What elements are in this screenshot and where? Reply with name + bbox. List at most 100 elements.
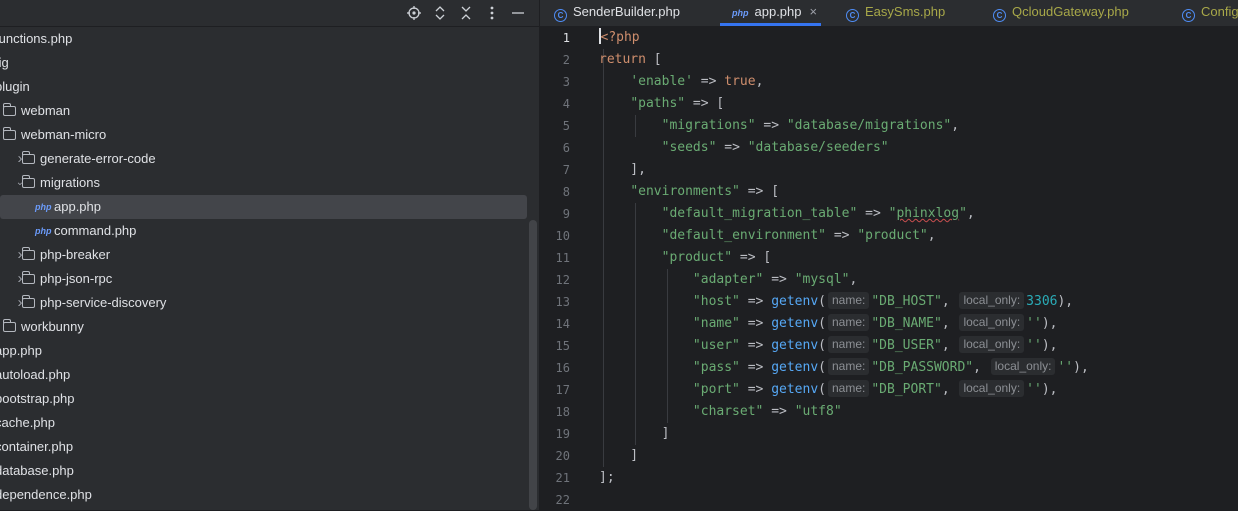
tree-item-label: command.php — [54, 223, 137, 238]
code-line[interactable]: <?php — [599, 27, 640, 49]
tree-item-label: bootstrap.php — [0, 391, 75, 406]
tree-folder-row[interactable]: › generate-error-code — [0, 147, 539, 171]
editor-tab[interactable]: C EasySms.php — [846, 0, 945, 26]
line-number: 2 — [562, 53, 570, 67]
tree-file-row[interactable]: database.php — [0, 459, 539, 483]
tree-file-row[interactable]: php app.php — [0, 195, 527, 219]
tree-folder-row[interactable]: ⌄ migrations — [0, 171, 539, 195]
tree-file-row[interactable]: php command.php — [0, 219, 539, 243]
line-number: 16 — [555, 361, 570, 375]
editor-tab[interactable]: C Config — [1182, 0, 1238, 26]
line-number: 1 — [562, 31, 570, 45]
tree-file-row[interactable]: container.php — [0, 435, 539, 459]
tree-folder-row[interactable]: webman-micro — [0, 123, 539, 147]
code-line[interactable]: "pass" => getenv(name: "DB_PASSWORD", loc… — [599, 357, 1089, 379]
code-line[interactable]: "user" => getenv(name: "DB_USER", local_o… — [599, 335, 1057, 357]
tree-folder-row[interactable]: › php-service-discovery — [0, 291, 539, 315]
code-token: getenv — [771, 294, 819, 309]
code-token: => — [739, 382, 772, 397]
tree-item-label: autoload.php — [0, 367, 71, 382]
tree-file-row[interactable]: plugin — [0, 75, 539, 99]
code-line[interactable]: "adapter" => "mysql", — [599, 269, 857, 291]
code-token: => — [739, 294, 772, 309]
editor-tab[interactable]: C SenderBuilder.php — [554, 0, 680, 26]
tree-item-label: php-breaker — [40, 247, 111, 262]
collapse-all-icon[interactable] — [456, 0, 476, 26]
code-token: "migrations" — [661, 118, 756, 133]
code-token: ( — [818, 338, 826, 353]
tree-file-row[interactable]: fig — [0, 51, 539, 75]
tree-file-row[interactable]: cache.php — [0, 411, 539, 435]
code-line[interactable]: "migrations" => "database/migrations", — [599, 115, 959, 137]
code-line[interactable]: "name" => getenv(name: "DB_NAME", local_o… — [599, 313, 1057, 335]
line-number: 14 — [555, 317, 570, 331]
code-token: "charset" — [692, 404, 764, 419]
code-line[interactable]: "default_migration_table" => "phinxlog", — [599, 203, 975, 225]
tree-folder-row[interactable]: › php-json-rpc — [0, 267, 539, 291]
folder-icon — [21, 271, 35, 284]
parameter-hint: name: — [828, 358, 870, 375]
code-line[interactable]: "environments" => [ — [599, 181, 779, 203]
expand-collapse-icon[interactable] — [430, 0, 450, 26]
code-line[interactable]: "charset" => "utf8" — [599, 401, 842, 423]
code-token: , — [941, 382, 958, 397]
project-scrollbar[interactable] — [529, 220, 537, 510]
code-line[interactable]: "paths" => [ — [599, 93, 724, 115]
code-line[interactable]: "port" => getenv(name: "DB_PORT", local_o… — [599, 379, 1057, 401]
editor-tab[interactable]: C QcloudGateway.php — [993, 0, 1129, 26]
line-number: 7 — [562, 163, 570, 177]
code-token: '' — [1057, 360, 1074, 375]
code-token: "default_migration_table" — [661, 206, 858, 221]
php-file-icon: php — [35, 226, 52, 236]
code-token: "name" — [692, 316, 740, 331]
tree-folder-row[interactable]: workbunny — [0, 315, 539, 339]
more-icon[interactable] — [482, 0, 502, 26]
tree-item-label: webman — [21, 103, 71, 118]
editor-tab[interactable]: php app.php × — [720, 0, 822, 26]
code-line[interactable]: "seeds" => "database/seeders" — [599, 137, 889, 159]
tree-item-label: php-json-rpc — [40, 271, 113, 286]
hide-icon[interactable] — [508, 0, 528, 26]
code-token: "database/seeders" — [747, 140, 889, 155]
line-number: 15 — [555, 339, 570, 353]
code-token: => — [857, 206, 889, 221]
code-area[interactable]: <?php return [ 'enable' => true, "paths" … — [599, 27, 1238, 510]
code-line[interactable]: ] — [599, 445, 638, 467]
tree-folder-row[interactable]: webman — [0, 99, 539, 123]
code-line[interactable]: 'enable' => true, — [599, 71, 763, 93]
code-line[interactable]: "product" => [ — [599, 247, 772, 269]
code-token: , — [927, 228, 936, 243]
tree-item-label: container.php — [0, 439, 74, 454]
line-number: 9 — [562, 207, 570, 221]
tree-file-row[interactable]: functions.php — [0, 27, 539, 51]
code-line[interactable]: ] — [599, 423, 670, 445]
code-token: ], — [599, 162, 646, 177]
parameter-hint: local_only: — [959, 380, 1025, 397]
code-token: ), — [1041, 382, 1058, 397]
code-line[interactable]: "default_environment" => "product", — [599, 225, 936, 247]
locate-icon[interactable] — [404, 0, 424, 26]
line-number: 4 — [562, 97, 570, 111]
code-line[interactable]: return [ — [599, 49, 662, 71]
tree-folder-row[interactable]: › php-breaker — [0, 243, 539, 267]
tree-file-row[interactable]: app.php — [0, 339, 539, 363]
code-token: "paths" — [630, 96, 686, 111]
code-line[interactable]: ], — [599, 159, 646, 181]
code-token: "DB_PORT" — [871, 382, 942, 397]
code-line[interactable]: "host" => getenv(name: "DB_HOST", local_o… — [599, 291, 1073, 313]
tree-file-row[interactable]: dependence.php — [0, 483, 539, 507]
line-number: 3 — [562, 75, 570, 89]
code-token: ), — [1073, 360, 1089, 375]
code-token: getenv — [771, 382, 819, 397]
tree-file-row[interactable]: autoload.php — [0, 363, 539, 387]
folder-icon — [21, 247, 35, 260]
code-line[interactable]: ]; — [599, 467, 615, 489]
close-icon[interactable]: × — [810, 4, 818, 19]
line-number: 13 — [555, 295, 570, 309]
code-token: ] — [599, 426, 670, 441]
tree-file-row[interactable]: bootstrap.php — [0, 387, 539, 411]
